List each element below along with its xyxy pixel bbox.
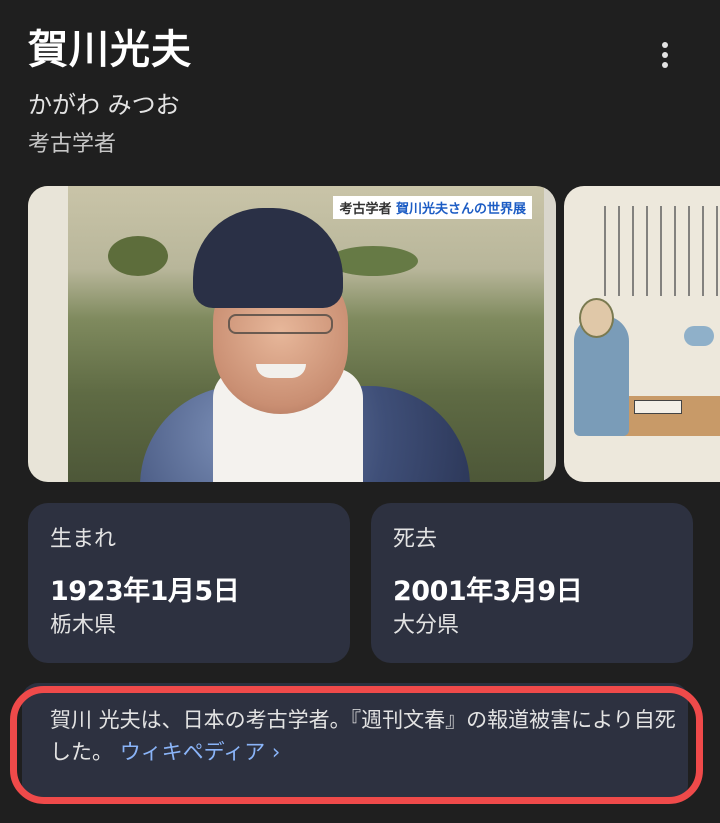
entity-title: 賀川光夫 [28,27,192,73]
photo-tree [108,236,168,276]
image-gallery[interactable]: 考古学者 賀川光夫さんの世界展 [28,186,720,482]
photo-paper-edge [544,186,556,482]
more-dot [662,62,668,68]
died-label: 死去 [393,527,438,552]
illustration-sign [634,400,682,414]
died-place: 大分県 [393,613,460,638]
main-photo[interactable]: 考古学者 賀川光夫さんの世界展 [28,186,556,482]
born-place: 栃木県 [50,613,117,638]
second-photo[interactable] [564,186,720,482]
entity-reading: かがわ みつお [28,91,180,119]
photo-hat [193,208,343,308]
photo-paper-edge [28,186,68,482]
photo-glasses [228,314,333,334]
caption-highlight: 賀川光夫さんの世界展 [395,202,526,217]
wikipedia-link[interactable]: ウィキペディア › [120,740,281,764]
illustration-head [579,298,614,338]
born-label: 生まれ [50,527,117,552]
died-card[interactable]: 死去 2001年3月9日 大分県 [371,503,693,663]
caption-prefix: 考古学者 [339,202,392,217]
knowledge-panel: 賀川光夫 かがわ みつお 考古学者 考古学者 賀川光夫さんの世界展 生まれ 19… [0,0,720,823]
handwritten-text [604,206,720,296]
photo-caption: 考古学者 賀川光夫さんの世界展 [333,196,532,219]
illustration-figure [684,326,714,346]
more-options-icon[interactable] [658,40,672,70]
photo-smile [256,364,306,378]
more-dot [662,42,668,48]
died-date: 2001年3月9日 [393,576,583,607]
panel-header: 賀川光夫 かがわ みつお 考古学者 [28,24,692,160]
facts-cards: 生まれ 1923年1月5日 栃木県 死去 2001年3月9日 大分県 [28,503,693,663]
entity-subtitle: 考古学者 [28,132,117,157]
born-date: 1923年1月5日 [50,576,240,607]
more-dot [662,52,668,58]
description: 賀川 光夫は、日本の考古学者。『週刊文春』の報道被害により自死した。 ウィキペデ… [50,704,680,768]
born-card[interactable]: 生まれ 1923年1月5日 栃木県 [28,503,350,663]
